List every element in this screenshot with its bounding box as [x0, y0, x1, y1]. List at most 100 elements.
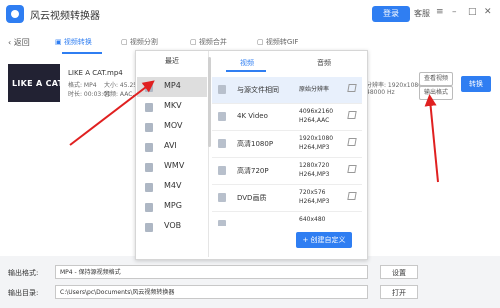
file-name: LIKE A CAT.mp4 — [68, 69, 123, 77]
preset-resolution: 4096x2160 — [299, 108, 334, 115]
video-file-icon — [145, 143, 153, 152]
app-logo-icon — [6, 5, 24, 23]
format-label: MP4 — [164, 81, 181, 90]
video-file-icon — [218, 193, 226, 202]
preset-codec: H264,MP3 — [299, 144, 330, 151]
video-file-icon — [145, 223, 153, 232]
format-label: AVI — [164, 141, 177, 150]
minimize-icon[interactable]: – — [452, 7, 457, 17]
popup-tab-audio[interactable]: 音频 — [317, 58, 331, 68]
edit-icon[interactable] — [347, 165, 357, 173]
preset-row[interactable]: 高清720P 1280x720 H264,MP3 — [212, 158, 362, 185]
output-format-button[interactable]: 输出格式 — [419, 86, 453, 100]
format-label: M4V — [164, 181, 182, 190]
format-item-mkv[interactable]: MKV — [137, 97, 207, 117]
create-custom-button[interactable]: + 创建自定义 — [296, 232, 352, 248]
tab-video-merge[interactable]: ▢ 视频合并 — [190, 37, 227, 47]
preset-name: 高清1080P — [237, 140, 274, 148]
preset-name: DVD画质 — [237, 194, 267, 202]
close-icon[interactable]: ✕ — [484, 7, 492, 17]
format-label: MKV — [164, 101, 182, 110]
format-label: MPG — [164, 201, 182, 210]
tab-label: 视频分割 — [129, 38, 158, 46]
edit-icon[interactable] — [347, 84, 357, 92]
file-format: 格式: MP4 — [68, 82, 97, 89]
back-button[interactable]: ‹ 返回 — [8, 37, 30, 48]
preset-resolution: 1920x1080 — [299, 135, 334, 142]
popup-tab-video[interactable]: 视频 — [240, 58, 254, 68]
output-dir-label: 输出目录: — [8, 289, 39, 297]
video-file-icon — [145, 103, 153, 112]
preset-name: 与源文件相同 — [237, 86, 279, 94]
video-file-icon — [218, 166, 226, 175]
preset-detail: 640x480 — [299, 215, 325, 224]
video-file-icon — [218, 85, 226, 94]
preset-resolution: 640x480 — [299, 216, 326, 223]
thumbnail-text: LIKE A CAT — [12, 79, 64, 88]
format-label: MOV — [164, 121, 183, 130]
format-item-wmv[interactable]: WMV — [137, 157, 207, 177]
video-file-icon — [145, 123, 153, 132]
tab-label: 视频转换 — [63, 38, 92, 46]
preset-detail: 4096x2160 H264,AAC — [299, 107, 333, 125]
format-label: WMV — [164, 161, 185, 170]
menu-icon[interactable]: ≡ — [436, 7, 444, 17]
tab-label: 视频合并 — [198, 38, 227, 46]
edit-icon[interactable] — [347, 138, 357, 146]
format-item-vob[interactable]: VOB — [137, 217, 207, 237]
active-tab-indicator — [62, 52, 102, 54]
video-file-icon — [218, 139, 226, 148]
app-title: 风云视频转换器 — [30, 11, 100, 22]
popup-tab-indicator — [226, 70, 266, 72]
format-item-avi[interactable]: AVI — [137, 137, 207, 157]
tab-video-gif[interactable]: ▢ 视频转GIF — [257, 37, 298, 47]
preset-codec: H264,MP3 — [299, 171, 330, 178]
preset-detail: 1920x1080 H264,MP3 — [299, 134, 333, 152]
edit-icon[interactable] — [347, 192, 357, 200]
preset-detail: 1280x720 H264,MP3 — [299, 161, 329, 179]
video-file-icon — [145, 183, 153, 192]
format-item-mov[interactable]: MOV — [137, 117, 207, 137]
file-size: 大小: 45.25 — [104, 82, 138, 89]
format-label: VOB — [164, 221, 182, 230]
output-dir-field[interactable]: C:\Users\pc\Documents\风云视频转换器 — [55, 285, 368, 299]
file-sample-rate: 48000 Hz — [366, 89, 395, 96]
format-list-scrollbar[interactable] — [208, 57, 211, 147]
preset-detail: 原始分辨率 — [299, 85, 329, 94]
back-label: 返回 — [13, 38, 30, 47]
settings-button[interactable]: 设置 — [380, 265, 418, 279]
convert-button[interactable]: 转换 — [461, 76, 491, 92]
preset-detail: 720x576 H264,MP3 — [299, 188, 329, 206]
preset-row[interactable]: 4K Video 4096x2160 H264,AAC — [212, 104, 362, 131]
video-file-icon — [218, 220, 226, 226]
video-file-icon — [218, 112, 226, 121]
preset-row[interactable]: 高清1080P 1920x1080 H264,MP3 — [212, 131, 362, 158]
format-item-mpg[interactable]: MPG — [137, 197, 207, 217]
preset-row[interactable]: DVD画质 720x576 H264,MP3 — [212, 185, 362, 212]
format-item-mp4[interactable]: MP4 — [137, 77, 207, 97]
tab-video-convert[interactable]: ▣ 视频转换 — [55, 37, 92, 47]
preset-codec: H264,MP3 — [299, 198, 330, 205]
tab-video-split[interactable]: ▢ 视频分割 — [121, 37, 158, 47]
maximize-icon[interactable]: □ — [468, 7, 477, 17]
format-item-m4v[interactable]: M4V — [137, 177, 207, 197]
preset-resolution: 720x576 — [299, 189, 326, 196]
edit-icon[interactable] — [347, 111, 357, 119]
preset-name: 高清720P — [237, 167, 269, 175]
output-format-label: 输出格式: — [8, 269, 39, 277]
preset-name: 4K Video — [237, 112, 268, 120]
preset-resolution: 1280x720 — [299, 162, 330, 169]
preset-codec: H264,AAC — [299, 117, 330, 124]
file-resolution: 分辨率: 1920x1080 — [366, 82, 423, 89]
preset-resolution: 原始分辨率 — [299, 86, 330, 93]
open-button[interactable]: 打开 — [380, 285, 418, 299]
recent-tab[interactable]: 最近 — [137, 52, 207, 70]
service-link[interactable]: 客服 — [414, 8, 430, 19]
preset-row[interactable]: 640x480 — [212, 212, 362, 226]
login-button[interactable]: 登录 — [372, 6, 410, 22]
preset-row[interactable]: 与源文件相同 原始分辨率 — [212, 77, 362, 104]
video-file-icon — [145, 203, 153, 212]
output-format-field[interactable]: MP4 - 保持源视频格式 — [55, 265, 368, 279]
video-file-icon — [145, 83, 153, 92]
view-video-button[interactable]: 查看视频 — [419, 72, 453, 86]
